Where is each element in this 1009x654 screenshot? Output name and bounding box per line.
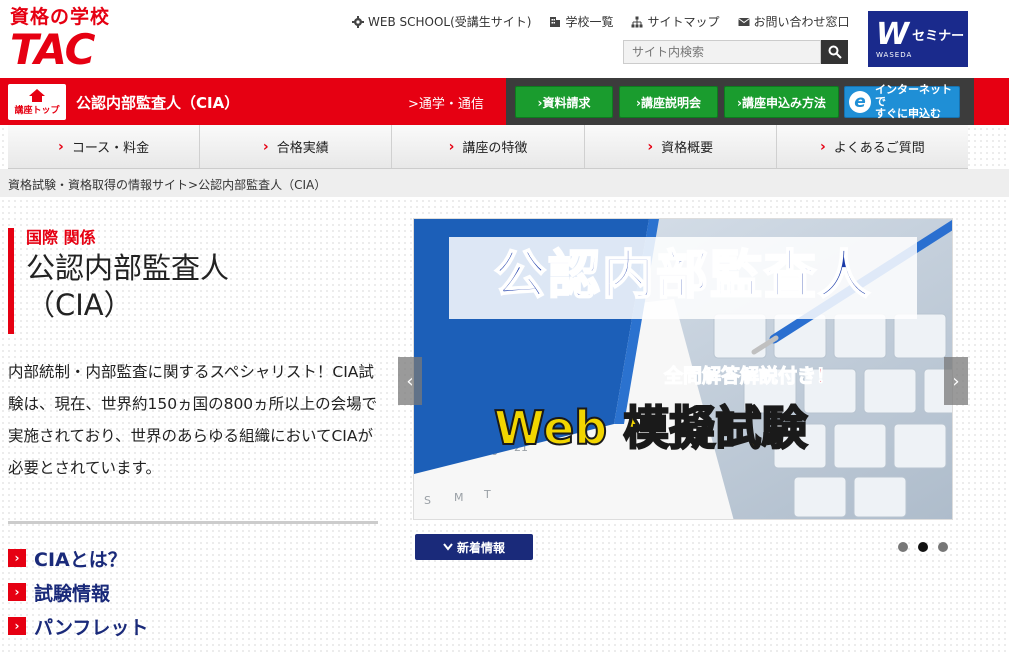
- side-link-label: パンフレット: [34, 616, 149, 639]
- web-school-label: WEB SCHOOL(受講生サイト): [368, 15, 532, 29]
- category-label: 国際 関係: [26, 228, 96, 247]
- site-header: 資格の学校 TAC WEB SCHOOL(受講生サイト) 学校一覧 サイトマップ…: [0, 0, 1009, 78]
- breadcrumb-current: >公認内部監査人（CIA）: [188, 178, 327, 192]
- chevron-right-icon: ›: [820, 138, 826, 155]
- breadcrumb: 資格試験・資格取得の情報サイト>公認内部監査人（CIA）: [0, 169, 1009, 197]
- how-to-apply-button[interactable]: ›講座申込み方法: [724, 86, 839, 118]
- search-button[interactable]: [821, 40, 848, 64]
- news-button-label: 新着情報: [456, 540, 505, 555]
- sitemap-link[interactable]: サイトマップ: [631, 13, 720, 30]
- logo-wordmark: TAC: [10, 25, 95, 74]
- request-materials-button[interactable]: ›資料請求: [515, 86, 613, 118]
- chevron-right-icon: ›: [448, 138, 455, 155]
- nav-label: 資格概要: [661, 141, 714, 156]
- slider-dots: [898, 542, 948, 552]
- slider-dot-1[interactable]: [898, 542, 908, 552]
- svg-text:T: T: [483, 488, 491, 501]
- nav-item-overview[interactable]: › 資格概要: [585, 125, 777, 168]
- svg-text:S: S: [424, 494, 431, 507]
- apply-online-text: インターネットで すぐに申込む: [875, 84, 959, 120]
- course-top-label: 講座トップ: [14, 105, 60, 116]
- side-link-pamphlet[interactable]: › パンフレット: [8, 609, 148, 643]
- chevron-right-icon: ›: [58, 138, 64, 155]
- waseda-w-letter: W: [876, 16, 910, 52]
- building-icon: [550, 16, 561, 27]
- nav-item-faq[interactable]: › よくあるご質問: [777, 125, 968, 168]
- course-bar: 講座トップ 公認内部監査人（CIA） >通学・通信 ›資料請求 ›講座説明会 ›…: [0, 78, 1009, 125]
- page-heading: 国際 関係 公認内部監査人 （CIA）: [8, 228, 229, 334]
- search-icon: [828, 45, 842, 59]
- site-search: [623, 40, 848, 64]
- slide-subheadline: 全問解答解説付き！: [663, 365, 836, 388]
- hero-slider[interactable]: 123 5678910 12131415 192021 SMT 41118 公認…: [413, 218, 953, 520]
- side-link-exam-info[interactable]: › 試験情報: [8, 575, 148, 609]
- slider-dot-3[interactable]: [938, 542, 948, 552]
- tac-logo[interactable]: 資格の学校 TAC: [10, 6, 122, 72]
- slider-dot-2[interactable]: [918, 542, 928, 552]
- sitemap-label: サイトマップ: [647, 15, 720, 29]
- utility-links: WEB SCHOOL(受講生サイト) 学校一覧 サイトマップ お問い合わせ窓口: [352, 13, 850, 30]
- slider-prev-button[interactable]: ‹: [398, 357, 422, 405]
- chevron-right-icon: ›: [8, 617, 26, 635]
- side-link-label: 試験情報: [34, 582, 111, 605]
- side-links: › CIAとは？ › 試験情報 › パンフレット: [8, 541, 148, 643]
- page-title-line1: 公認内部監査人: [26, 251, 230, 285]
- svg-text:M: M: [454, 491, 464, 504]
- contact-link[interactable]: お問い合わせ窓口: [737, 13, 850, 30]
- apply-online-line1: インターネットで: [875, 83, 952, 108]
- web-school-link[interactable]: WEB SCHOOL(受講生サイト): [352, 13, 531, 30]
- contact-label: お問い合わせ窓口: [753, 15, 850, 29]
- waseda-sub: WASEDA: [876, 50, 913, 59]
- course-top-button[interactable]: 講座トップ: [8, 84, 66, 120]
- divider: [8, 521, 378, 524]
- nav-item-results[interactable]: › 合格実績: [200, 125, 393, 168]
- course-title: 公認内部監査人（CIA）: [76, 94, 240, 112]
- slider-next-button[interactable]: ›: [944, 357, 968, 405]
- school-list-link[interactable]: 学校一覧: [549, 13, 613, 30]
- mode-link[interactable]: >通学・通信: [408, 93, 484, 112]
- gear-icon: [352, 15, 364, 28]
- nav-label: コース・料金: [71, 141, 150, 156]
- house-icon: [29, 88, 45, 102]
- nav-label: 合格実績: [276, 141, 329, 156]
- apply-online-line2: すぐに申込む: [875, 107, 941, 120]
- slide-headline: 公認内部監査人: [493, 245, 872, 307]
- mail-icon: [737, 17, 750, 26]
- search-input[interactable]: [623, 40, 821, 64]
- chevron-right-icon: ›: [8, 583, 26, 601]
- nav-item-features[interactable]: › 講座の特徴: [392, 125, 585, 168]
- nav-label: よくあるご質問: [833, 141, 925, 156]
- course-description: 内部統制・内部監査に関するスペシャリスト！CIA試験は、現在、世界約150ヵ国の…: [8, 363, 378, 477]
- internet-e-icon: e: [849, 91, 871, 113]
- breadcrumb-home-link[interactable]: 資格試験・資格取得の情報サイト: [8, 178, 188, 192]
- chevron-right-icon: ›: [647, 138, 654, 155]
- side-link-about-cia[interactable]: › CIAとは？: [8, 541, 148, 575]
- nav-item-courses-fees[interactable]: › コース・料金: [8, 125, 201, 168]
- chevron-right-icon: ›: [8, 549, 26, 567]
- chevron-right-icon: ›: [262, 138, 269, 155]
- page-title: 公認内部監査人 （CIA）: [26, 250, 229, 324]
- page-title-line2: （CIA）: [26, 288, 133, 322]
- side-link-label: CIAとは？: [34, 548, 127, 571]
- waseda-seminar-banner[interactable]: W セミナー WASEDA: [868, 11, 968, 67]
- main-nav: › コース・料金 › 合格実績 › 講座の特徴 › 資格概要 › よくあるご質問: [8, 125, 968, 169]
- chevron-down-icon: [443, 543, 453, 551]
- course-briefing-button[interactable]: ›講座説明会: [619, 86, 718, 118]
- news-button[interactable]: 新着情報: [415, 534, 533, 560]
- apply-online-button[interactable]: e インターネットで すぐに申込む: [844, 84, 960, 120]
- waseda-text: セミナー: [912, 29, 965, 44]
- sitemap-icon: [631, 16, 643, 27]
- slide-main-text: Web 模擬試験: [493, 400, 808, 456]
- nav-label: 講座の特徴: [462, 141, 528, 156]
- school-list-label: 学校一覧: [565, 15, 614, 29]
